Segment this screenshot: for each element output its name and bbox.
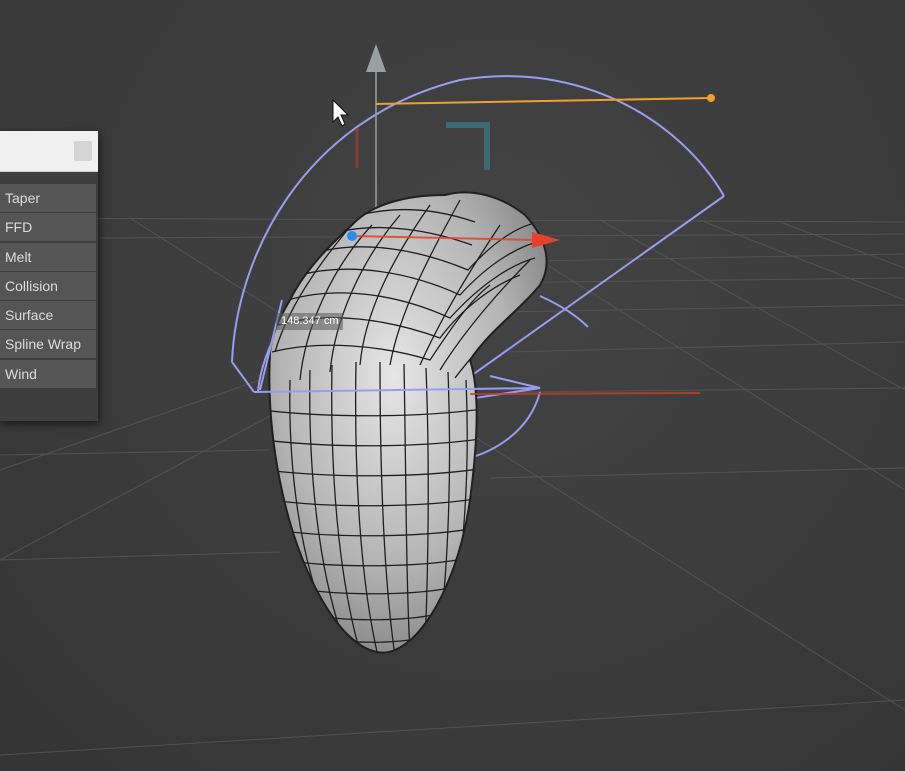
menu-item-ffd[interactable]: FFD	[0, 213, 96, 242]
viewport-canvas[interactable]	[0, 0, 905, 771]
menu-item-spline-wrap[interactable]: Spline Wrap	[0, 330, 96, 359]
3d-viewport[interactable]: 148.347 cm	[0, 0, 905, 771]
clear-search-icon[interactable]	[74, 141, 92, 161]
menu-search-input[interactable]	[0, 131, 98, 172]
menu-item-wind[interactable]: Wind	[0, 359, 96, 388]
mouse-cursor-icon	[332, 98, 350, 127]
y-axis-arrow-icon[interactable]	[366, 44, 386, 215]
gizmo-markers	[355, 122, 490, 170]
deformer-menu-list: Taper FFD Melt Collision Surface Spline …	[0, 184, 96, 389]
deformed-mesh[interactable]	[262, 191, 548, 656]
deformer-popup-menu: Taper FFD Melt Collision Surface Spline …	[0, 131, 98, 421]
menu-item-collision[interactable]: Collision	[0, 271, 96, 300]
menu-item-taper[interactable]: Taper	[0, 184, 96, 212]
menu-item-melt[interactable]: Melt	[0, 242, 96, 271]
dimension-readout: 148.347 cm	[276, 313, 344, 330]
menu-item-surface[interactable]: Surface	[0, 301, 96, 330]
bend-handle-icon[interactable]	[375, 94, 715, 105]
